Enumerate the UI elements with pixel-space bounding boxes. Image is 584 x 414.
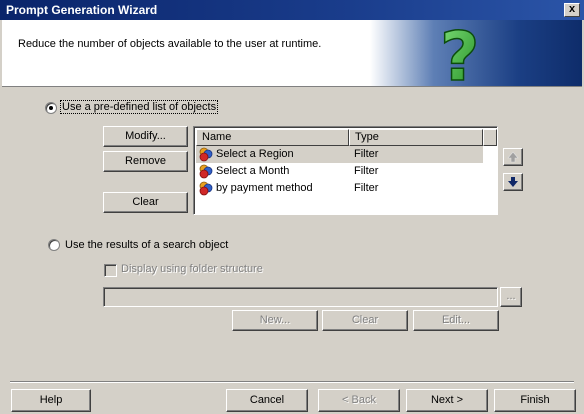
next-button-label: Next >: [430, 394, 464, 406]
edit-search-button[interactable]: Edit...: [413, 310, 499, 331]
wizard-header: Reduce the number of objects available t…: [2, 20, 582, 87]
list-row[interactable]: Select a Region Filter: [196, 146, 483, 163]
window-title: Prompt Generation Wizard: [6, 3, 158, 17]
row-name: by payment method: [216, 182, 313, 194]
remove-button[interactable]: Remove: [103, 151, 188, 172]
help-button-label: Help: [39, 394, 63, 406]
new-search-button-label: New...: [259, 314, 291, 326]
svg-text:?: ?: [440, 20, 479, 86]
filter-icon: [199, 164, 213, 179]
search-object-field[interactable]: [103, 287, 498, 307]
move-down-button[interactable]: [503, 173, 523, 191]
modify-button[interactable]: Modify...: [103, 126, 188, 147]
remove-button-label: Remove: [125, 155, 166, 167]
column-header-name[interactable]: Name: [196, 129, 349, 146]
next-button[interactable]: Next >: [406, 389, 488, 412]
finish-button[interactable]: Finish: [494, 389, 576, 412]
wizard-banner-graphic: ?: [370, 20, 582, 86]
edit-search-button-label: Edit...: [441, 314, 471, 326]
browse-button-label: ...: [506, 290, 516, 302]
cancel-button-label: Cancel: [249, 394, 285, 406]
new-search-button[interactable]: New...: [232, 310, 318, 331]
question-mark-icon: ?: [439, 20, 480, 86]
clear-list-button[interactable]: Clear: [103, 192, 188, 213]
folder-structure-label: Display using folder structure: [121, 263, 263, 275]
close-button[interactable]: x: [564, 3, 580, 17]
list-row[interactable]: Select a Month Filter: [196, 163, 483, 180]
clear-search-button-label: Clear: [351, 314, 379, 326]
row-name: Select a Region: [216, 148, 294, 160]
folder-structure-checkbox[interactable]: [104, 264, 117, 277]
row-type: Filter: [354, 182, 379, 194]
arrow-up-icon: [507, 151, 519, 163]
finish-button-label: Finish: [520, 394, 550, 406]
browse-button[interactable]: ...: [500, 287, 522, 307]
footer-separator: [10, 381, 574, 383]
back-button[interactable]: < Back: [318, 389, 400, 412]
arrow-down-icon: [508, 177, 518, 187]
list-row[interactable]: by payment method Filter: [196, 180, 483, 197]
search-object-radio[interactable]: [48, 239, 60, 251]
close-icon: x: [568, 3, 576, 15]
predefined-list-radio[interactable]: [45, 102, 57, 114]
clear-search-button[interactable]: Clear: [322, 310, 408, 331]
search-object-label[interactable]: Use the results of a search object: [65, 239, 228, 251]
row-type: Filter: [354, 165, 379, 177]
column-header-filler: [483, 129, 497, 146]
header-instruction: Reduce the number of objects available t…: [18, 38, 322, 50]
back-button-label: < Back: [342, 394, 376, 406]
filter-icon: [199, 181, 213, 196]
predefined-list-label[interactable]: Use a pre-defined list of objects: [59, 100, 219, 114]
row-name: Select a Month: [216, 165, 290, 177]
move-up-button[interactable]: [503, 148, 523, 166]
help-button[interactable]: Help: [11, 389, 91, 412]
modify-button-label: Modify...: [125, 130, 166, 142]
clear-list-button-label: Clear: [132, 196, 159, 208]
objects-list[interactable]: Name Type Select a Region Filter Select …: [193, 126, 498, 215]
column-header-type[interactable]: Type: [349, 129, 483, 146]
title-bar: Prompt Generation Wizard x: [0, 0, 584, 20]
row-type: Filter: [354, 148, 379, 160]
filter-icon: [199, 147, 213, 162]
cancel-button[interactable]: Cancel: [226, 389, 308, 412]
